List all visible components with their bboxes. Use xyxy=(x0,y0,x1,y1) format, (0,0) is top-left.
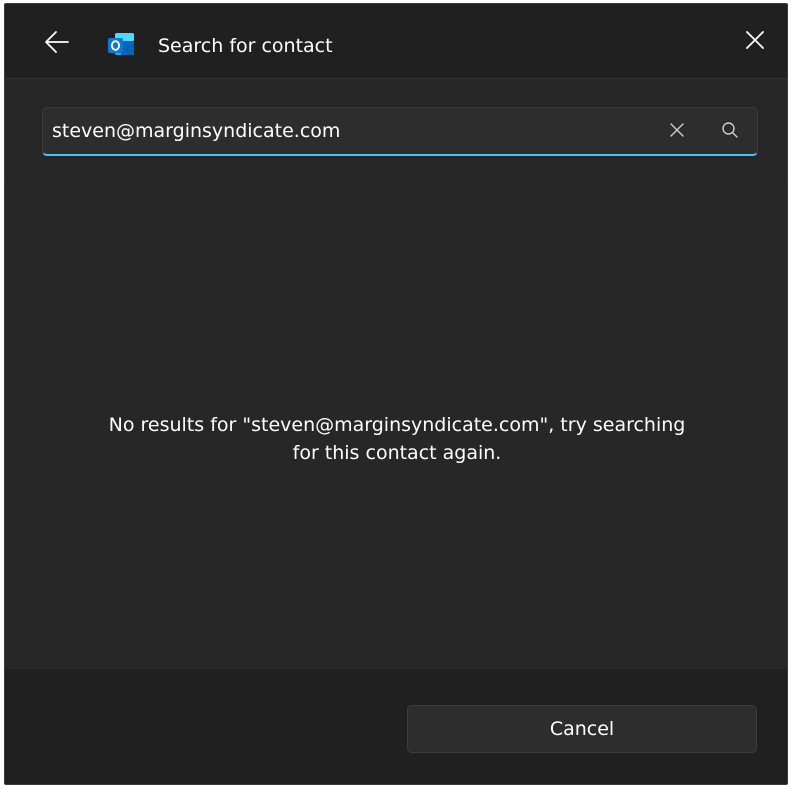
clear-search-button[interactable] xyxy=(663,118,691,146)
cancel-button[interactable]: Cancel xyxy=(407,705,757,753)
dialog-title: Search for contact xyxy=(158,35,333,57)
search-button[interactable] xyxy=(716,118,744,146)
search-contact-dialog: Search for contact steven@marginsyndicat… xyxy=(4,3,788,785)
close-icon xyxy=(744,29,766,55)
no-results-message: No results for "steven@marginsyndicate.c… xyxy=(108,414,686,464)
search-area xyxy=(5,80,787,181)
search-input[interactable] xyxy=(52,108,652,154)
search-icon xyxy=(721,121,739,143)
title-bar: Search for contact xyxy=(5,4,787,79)
outlook-icon xyxy=(107,32,135,58)
arrow-left-icon xyxy=(43,28,71,60)
close-button[interactable] xyxy=(737,24,773,60)
back-button[interactable] xyxy=(39,26,75,62)
search-box xyxy=(42,107,758,156)
dialog-footer: Cancel xyxy=(5,668,787,784)
clear-icon xyxy=(669,122,685,142)
results-area: No results for "steven@marginsyndicate.c… xyxy=(5,181,787,668)
